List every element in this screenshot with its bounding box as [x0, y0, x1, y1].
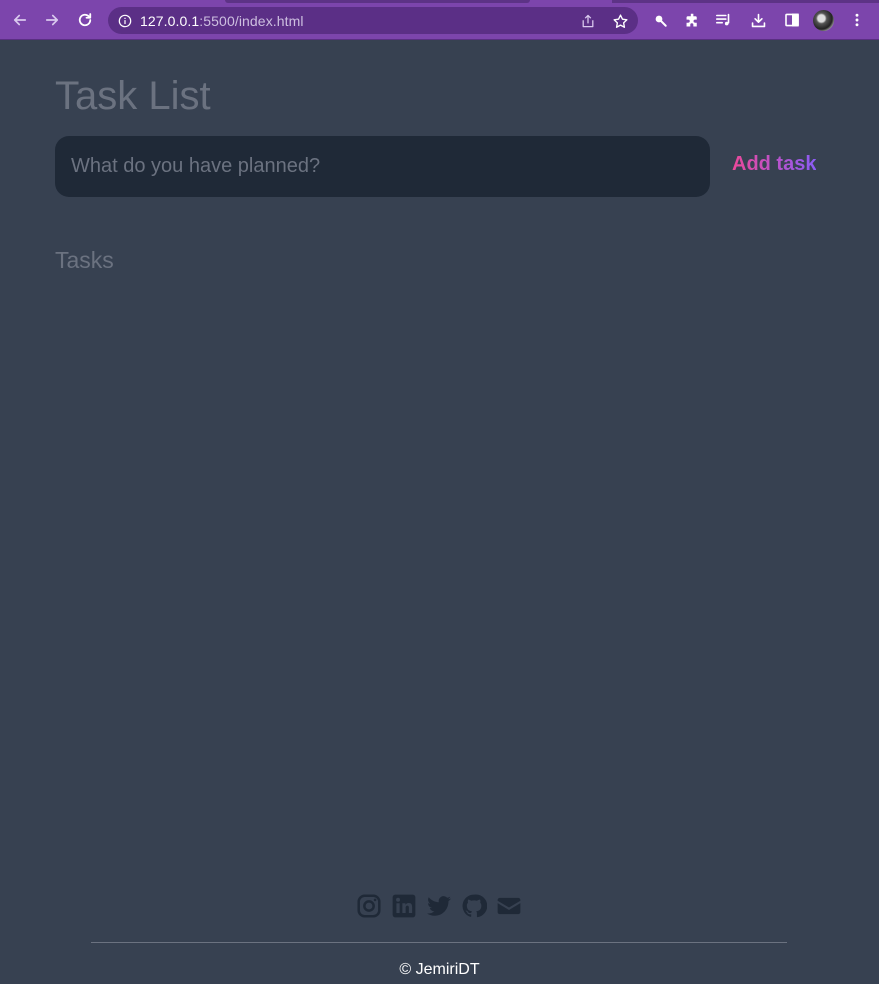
linkedin-icon[interactable]	[391, 893, 417, 919]
tab-strip-edge	[225, 0, 530, 3]
add-task-button[interactable]: Add task	[732, 153, 816, 176]
address-bar[interactable]: 127.0.0.1:5500/index.html	[108, 7, 638, 34]
forward-button[interactable]	[41, 9, 63, 31]
email-icon[interactable]	[496, 893, 522, 919]
extensions-puzzle-icon[interactable]	[682, 10, 702, 30]
arrow-right-icon	[45, 14, 59, 26]
bookmark-star-icon[interactable]	[611, 12, 629, 30]
twitter-icon[interactable]	[426, 893, 452, 919]
side-panel-icon[interactable]	[782, 10, 802, 30]
reload-icon	[78, 13, 92, 27]
new-task-input[interactable]	[55, 136, 710, 197]
back-button[interactable]	[9, 9, 31, 31]
instagram-icon[interactable]	[356, 893, 382, 919]
share-icon[interactable]	[579, 12, 597, 30]
copyright-text: © JemiriDT	[399, 961, 480, 978]
url-path: :5500/index.html	[199, 12, 304, 29]
social-links	[356, 892, 522, 920]
arrow-left-icon	[13, 14, 27, 26]
more-menu-icon[interactable]	[847, 10, 867, 30]
tab-strip-edge	[612, 0, 879, 3]
url-host: 127.0.0.1	[140, 12, 200, 29]
url-text: 127.0.0.1:5500/index.html	[140, 13, 304, 29]
download-icon[interactable]	[748, 10, 768, 30]
reload-button[interactable]	[74, 9, 96, 31]
tasks-heading: Tasks	[55, 247, 114, 273]
site-info-icon[interactable]	[118, 14, 132, 28]
page-title: Task List	[55, 74, 211, 118]
search-extension-icon[interactable]	[650, 10, 670, 30]
footer-divider	[91, 942, 787, 943]
github-icon[interactable]	[461, 893, 487, 919]
profile-avatar[interactable]	[813, 10, 834, 31]
browser-toolbar: 127.0.0.1:5500/index.html	[0, 0, 879, 40]
reading-list-icon[interactable]	[714, 10, 734, 30]
